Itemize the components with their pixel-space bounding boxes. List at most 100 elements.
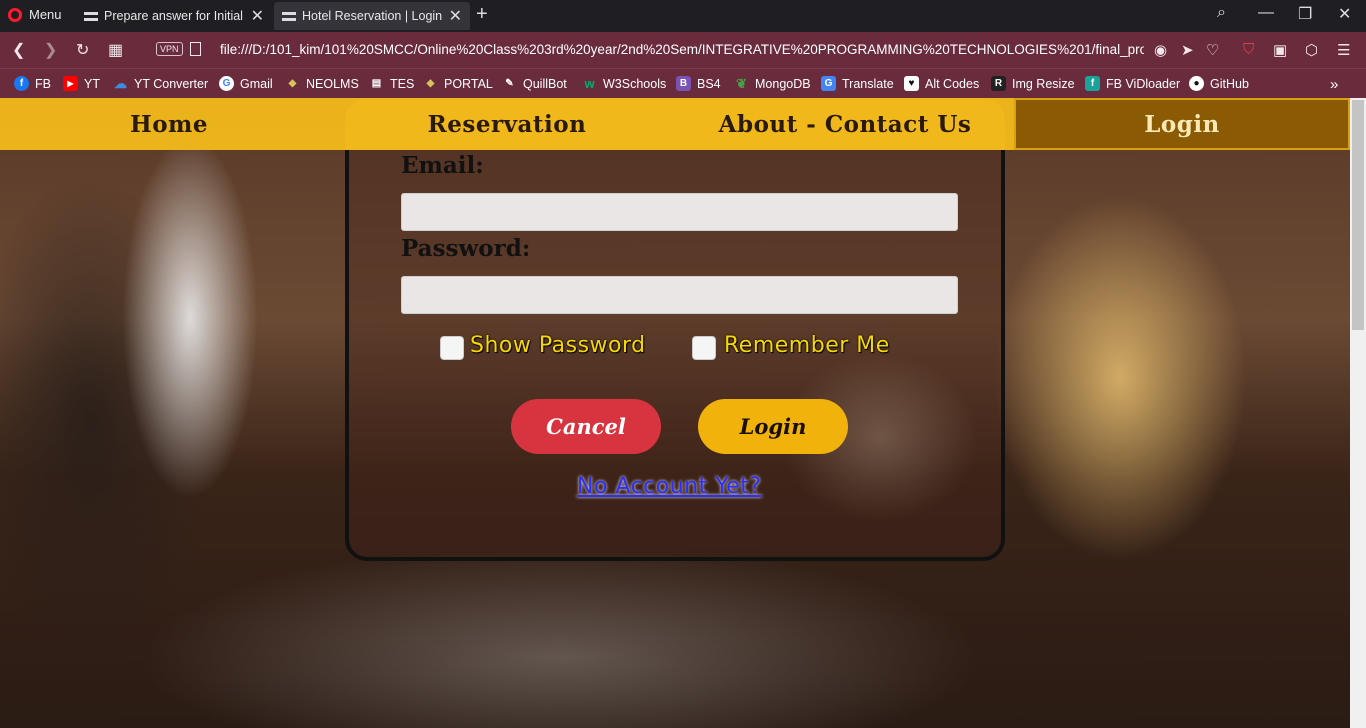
cloud-icon: ☁ [114,76,127,91]
more-bookmarks-icon[interactable]: » [1330,76,1338,93]
bootstrap-icon: B [676,76,691,91]
address-bar: ❮ ❯ ↻ ▦ VPN file:///D:/101_kim/101%20SMC… [0,32,1366,68]
forward-icon[interactable]: ❯ [44,40,57,60]
private-tab-icon [84,11,98,21]
bookmark-gmail[interactable]: G Gmail [219,76,273,91]
bookmark-fb[interactable]: f FB [14,76,51,91]
shield-crest-icon: ◆ [426,78,435,89]
opera-logo-icon [8,7,22,22]
translate-icon: G [821,76,836,91]
bookmark-label: W3Schools [603,76,667,91]
bookmark-yt[interactable]: ▶ YT [63,76,100,91]
browser-tab-bar: Menu Prepare answer for Initial O ✕ Hote… [0,0,1366,32]
bookmark-label: Img Resize [1012,76,1075,91]
reload-icon[interactable]: ↻ [76,40,89,60]
file-icon [190,42,201,56]
minimize-icon[interactable]: — [1258,4,1274,22]
youtube-icon: ▶ [63,76,78,91]
scrollbar-thumb[interactable] [1352,100,1364,330]
bookmark-alt-codes[interactable]: ♥ Alt Codes [904,76,979,91]
remember-me-label: Remember Me [724,333,890,358]
restore-icon[interactable]: ❐ [1298,4,1312,24]
bookmark-w3schools[interactable]: w W3Schools [582,76,666,91]
show-password-label: Show Password [470,333,646,358]
nav-reservation[interactable]: Reservation [338,98,676,150]
bookmark-label: Translate [842,76,894,91]
document-icon: ▤ [371,78,382,89]
login-button[interactable]: Login [698,399,848,454]
email-label: Email: [401,152,484,179]
bookmark-label: YT [84,76,100,91]
bookmark-bs4[interactable]: B BS4 [676,76,721,91]
quill-icon: ✎ [505,78,514,89]
vpn-badge[interactable]: VPN [156,42,183,56]
heart-icon: ♥ [904,76,919,91]
bookmark-label: NEOLMS [306,76,359,91]
bookmark-label: FB ViDloader [1106,76,1181,91]
password-field[interactable] [401,276,958,314]
bookmark-label: BS4 [697,76,721,91]
w3schools-icon: w [584,76,595,91]
tab-title: Hotel Reservation | Login [302,9,443,23]
tab-title: Prepare answer for Initial O [104,9,245,23]
bookmark-heart-icon[interactable]: ♡ [1206,41,1219,59]
site-navbar: Home Reservation About - Contact Us Logi… [0,98,1350,150]
bookmark-mongodb[interactable]: ❦ MongoDB [734,76,811,91]
facebook-download-icon: f [1085,76,1100,91]
close-window-icon[interactable]: ✕ [1338,4,1351,24]
bookmark-label: PORTAL [444,76,493,91]
close-tab-icon[interactable]: ✕ [251,6,264,26]
login-card: Email: Password: Show Password Remember … [345,150,1005,561]
send-icon[interactable]: ➤ [1181,41,1194,59]
bookmark-github[interactable]: ● GitHub [1189,76,1249,91]
search-tabs-icon[interactable]: ⌕ [1217,4,1226,22]
bookmark-label: Gmail [240,76,273,91]
url-field[interactable]: file:///D:/101_kim/101%20SMCC/Online%20C… [220,42,1144,57]
bookmarks-bar: f FB ▶ YT ☁ YT Converter G Gmail ◆ NEOLM… [0,68,1366,98]
bookmark-translate[interactable]: G Translate [821,76,894,91]
github-icon: ● [1189,76,1204,91]
back-icon[interactable]: ❮ [12,40,25,60]
bookmark-neolms[interactable]: ◆ NEOLMS [285,76,359,91]
bookmark-label: QuillBot [523,76,567,91]
snapshot-icon[interactable]: ◉ [1154,41,1167,59]
nav-login[interactable]: Login [1014,98,1350,150]
adblock-shield-icon[interactable]: ⛉ [1243,41,1254,58]
password-label: Password: [401,235,531,262]
bookmark-label: YT Converter [134,76,209,91]
cube-icon[interactable]: ⬡ [1305,41,1318,59]
opera-menu-button[interactable]: Menu [8,7,62,22]
bookmark-portal[interactable]: ◆ PORTAL [423,76,493,91]
new-tab-button[interactable]: + [476,3,488,26]
extension-icon[interactable]: ▣ [1273,41,1287,59]
close-tab-icon[interactable]: ✕ [449,6,462,26]
private-tab-icon [282,11,296,21]
tab-prepare-answer[interactable]: Prepare answer for Initial O ✕ [76,2,272,30]
resize-r-icon: R [991,76,1006,91]
menu-label: Menu [29,7,62,22]
email-field[interactable] [401,193,958,231]
speed-dial-icon[interactable]: ▦ [108,40,123,60]
show-password-checkbox[interactable] [440,336,464,360]
bookmark-img-resize[interactable]: R Img Resize [991,76,1075,91]
bookmark-fb-vidloader[interactable]: f FB ViDloader [1085,76,1180,91]
shield-crest-icon: ◆ [288,78,297,89]
page-viewport: Email: Password: Show Password Remember … [0,98,1350,728]
tab-hotel-reservation[interactable]: Hotel Reservation | Login ✕ [274,2,470,30]
bookmark-tes[interactable]: ▤ TES [369,76,415,91]
leaf-icon: ❦ [736,76,747,91]
bookmark-label: Alt Codes [925,76,980,91]
remember-me-checkbox[interactable] [692,336,716,360]
bookmark-quillbot[interactable]: ✎ QuillBot [502,76,567,91]
nav-home[interactable]: Home [0,98,338,150]
facebook-icon: f [14,76,29,91]
bookmark-yt-converter[interactable]: ☁ YT Converter [113,76,208,91]
cancel-button[interactable]: Cancel [511,399,661,454]
easy-setup-icon[interactable]: ☰ [1337,41,1350,59]
bookmark-label: GitHub [1210,76,1249,91]
bookmark-label: TES [390,76,415,91]
google-icon: G [219,76,234,91]
nav-about-contact[interactable]: About - Contact Us [676,98,1014,150]
no-account-link[interactable]: No Account Yet? [577,474,762,499]
bookmark-label: MongoDB [755,76,811,91]
